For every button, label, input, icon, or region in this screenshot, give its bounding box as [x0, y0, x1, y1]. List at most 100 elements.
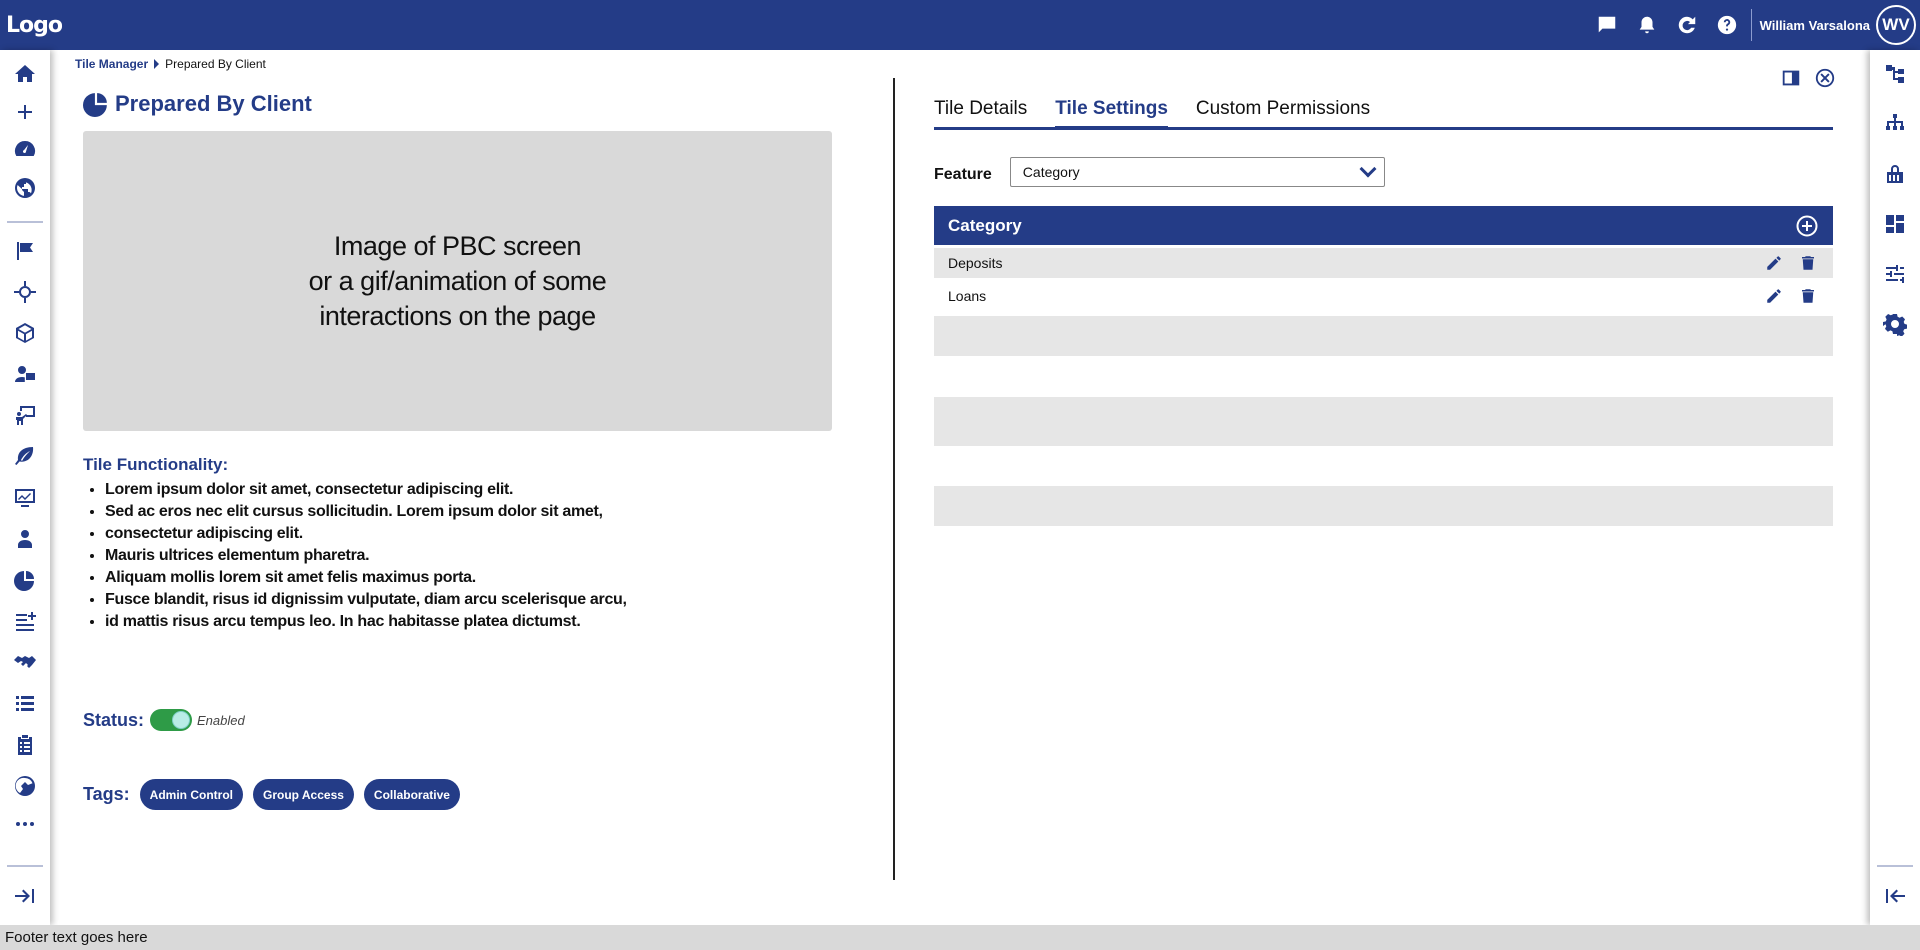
trash-icon[interactable] — [1797, 285, 1819, 307]
breadcrumb-chevron-icon — [154, 59, 160, 69]
list-item: id mattis risus arcu tempus leo. In hac … — [105, 611, 627, 633]
footer: Footer text goes here — [0, 925, 1920, 950]
chevron-down-icon — [1359, 160, 1377, 178]
monitor-chart-icon[interactable] — [0, 481, 50, 515]
right-sidebar — [1870, 50, 1920, 925]
list-add-icon[interactable] — [0, 604, 50, 638]
handshake-icon[interactable] — [0, 645, 50, 679]
expand-right-icon[interactable] — [0, 879, 50, 913]
panel-divider — [893, 78, 895, 880]
breadcrumb: Tile Manager Prepared By Client — [75, 57, 266, 71]
row-label: Loans — [948, 288, 987, 304]
person-icon[interactable] — [0, 522, 50, 556]
speedometer-icon[interactable] — [0, 132, 50, 166]
sidebar-divider — [1877, 865, 1913, 867]
top-bar: Logo William Varsalona WV — [0, 0, 1920, 50]
panel-actions — [1777, 66, 1845, 90]
list-icon[interactable] — [0, 687, 50, 721]
help-icon[interactable] — [1707, 0, 1747, 50]
split-panel-icon[interactable] — [1777, 66, 1805, 90]
breadcrumb-tile-manager[interactable]: Tile Manager — [75, 57, 148, 71]
status-label: Status: — [83, 709, 145, 730]
org-chart-icon[interactable] — [1870, 107, 1920, 141]
category-header: Category — [934, 206, 1833, 245]
edit-icon[interactable] — [1763, 285, 1785, 307]
tile-functionality-label: Tile Functionality: — [83, 455, 229, 474]
top-bar-divider — [1750, 9, 1752, 41]
empty-row — [934, 486, 1833, 526]
pie-chart-icon — [83, 93, 107, 117]
close-icon[interactable] — [1811, 66, 1839, 90]
empty-row — [934, 316, 1833, 356]
list-item: Fusce blandit, risus id dignissim vulput… — [105, 589, 627, 611]
workflow-icon[interactable] — [1870, 57, 1920, 91]
breadcrumb-current: Prepared By Client — [165, 57, 266, 71]
tile-functionality-list: Lorem ipsum dolor sit amet, consectetur … — [105, 479, 627, 633]
logo[interactable]: Logo — [6, 13, 63, 38]
edit-icon[interactable] — [1763, 252, 1785, 274]
unlock-icon[interactable] — [1870, 157, 1920, 191]
footer-text: Footer text goes here — [5, 929, 148, 946]
left-sidebar — [0, 50, 50, 925]
row-actions — [1751, 252, 1819, 274]
sliders-icon[interactable] — [1870, 257, 1920, 291]
target-icon[interactable] — [0, 275, 50, 309]
table-row[interactable]: Deposits — [934, 248, 1833, 278]
bell-icon[interactable] — [1627, 0, 1667, 50]
tab-custom-permissions[interactable]: Custom Permissions — [1196, 94, 1370, 127]
user-name[interactable]: William Varsalona — [1760, 18, 1870, 33]
chat-icon[interactable] — [1587, 0, 1627, 50]
status-row: Status: Enabled — [83, 709, 245, 731]
collapse-left-icon[interactable] — [1870, 879, 1920, 913]
globe-icon[interactable] — [0, 171, 50, 205]
tags-label: Tags: — [83, 784, 130, 804]
toggle-knob — [172, 711, 191, 729]
tab-tile-details[interactable]: Tile Details — [934, 94, 1027, 127]
list-item: Sed ac eros nec elit cursus sollicitudin… — [105, 501, 627, 523]
tag-admin-control[interactable]: Admin Control — [139, 779, 243, 810]
feature-select-value: Category — [1022, 164, 1080, 180]
leaf-icon[interactable] — [0, 439, 50, 473]
list-item: Aliquam mollis lorem sit amet felis maxi… — [105, 567, 627, 589]
table-row[interactable]: Loans — [934, 281, 1833, 311]
page-title-text: Prepared By Client — [115, 91, 312, 116]
feature-row: Feature Category — [934, 157, 1385, 187]
page-title: Prepared By Client — [83, 91, 312, 117]
tag-collaborative[interactable]: Collaborative — [363, 779, 460, 810]
category-header-title: Category — [948, 215, 1022, 235]
list-item: consectetur adipiscing elit. — [105, 523, 627, 545]
panel-tabs: Tile Details Tile Settings Custom Permis… — [934, 94, 1833, 130]
feature-label: Feature — [934, 166, 992, 183]
empty-row — [934, 397, 1833, 446]
clipboard-checklist-icon[interactable] — [0, 728, 50, 762]
more-icon[interactable] — [0, 807, 50, 841]
gear-icon[interactable] — [1870, 307, 1920, 341]
list-item: Mauris ultrices elementum pharetra. — [105, 545, 627, 567]
trash-icon[interactable] — [1797, 252, 1819, 274]
top-bar-actions: William Varsalona WV — [1587, 0, 1920, 50]
tags-row: Tags: Admin Control Group Access Collabo… — [83, 779, 470, 810]
tab-tile-settings[interactable]: Tile Settings — [1055, 94, 1168, 130]
user-screen-icon[interactable] — [0, 357, 50, 391]
cube-icon[interactable] — [0, 316, 50, 350]
avatar[interactable]: WV — [1876, 5, 1916, 45]
row-label: Deposits — [948, 255, 1003, 271]
home-icon[interactable] — [0, 57, 50, 91]
sidebar-divider — [7, 221, 43, 223]
tile-preview-text: Image of PBC screen or a gif/animation o… — [308, 230, 607, 331]
status-value: Enabled — [197, 712, 245, 728]
tile-preview: Image of PBC screen or a gif/animation o… — [83, 131, 832, 431]
row-actions — [1751, 285, 1819, 307]
dashboard-icon[interactable] — [1870, 207, 1920, 241]
status-toggle[interactable] — [150, 709, 193, 731]
sidebar-divider — [7, 865, 43, 867]
tag-group-access[interactable]: Group Access — [253, 779, 354, 810]
feature-select[interactable]: Category — [1009, 157, 1385, 187]
add-circle-icon[interactable] — [1795, 214, 1819, 238]
flag-icon[interactable] — [0, 234, 50, 268]
plus-icon[interactable] — [0, 95, 50, 129]
globe-network-icon[interactable] — [0, 769, 50, 803]
refresh-icon[interactable] — [1667, 0, 1707, 50]
pie-chart-icon[interactable] — [0, 563, 50, 597]
presentation-icon[interactable] — [0, 398, 50, 432]
